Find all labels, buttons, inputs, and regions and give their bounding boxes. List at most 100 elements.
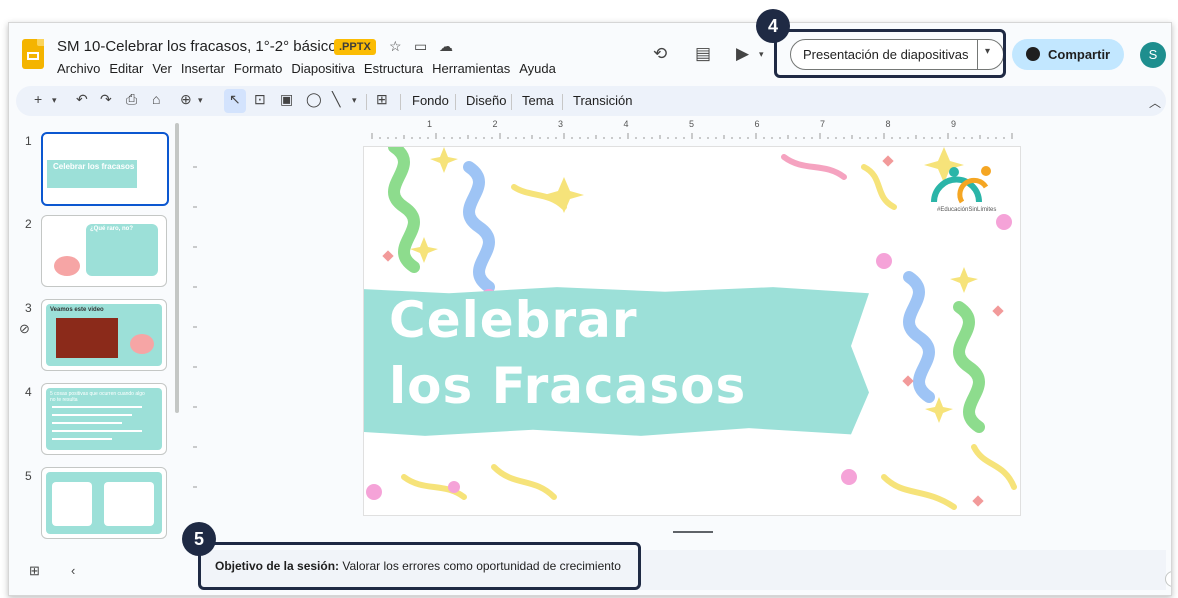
slide-number: 5 (25, 469, 32, 483)
toolbar-divider (366, 94, 367, 110)
select-cursor-icon[interactable]: ↖ (229, 91, 241, 108)
grid-view-icon[interactable]: ⊞ (29, 563, 40, 579)
slides-logo-icon[interactable] (22, 39, 44, 69)
file-type-badge: .PPTX (334, 39, 376, 55)
slide-thumbnail-2[interactable]: ¿Qué raro, no? (41, 215, 167, 287)
callout-badge-notes: 5 (182, 522, 216, 556)
ruler-label: 4 (623, 119, 629, 129)
ruler-label: 5 (689, 119, 695, 129)
shape-icon[interactable]: ◯ (306, 91, 322, 108)
line-dropdown-icon[interactable]: ▾ (352, 95, 357, 106)
slide-number: 3 (25, 301, 32, 315)
menu-formato[interactable]: Formato (234, 61, 282, 76)
menu-estructura[interactable]: Estructura (364, 61, 423, 76)
background-button[interactable]: Fondo (412, 93, 449, 108)
meet-dropdown-icon[interactable]: ▾ (759, 49, 764, 60)
share-button[interactable]: Compartir (1012, 39, 1124, 70)
side-panel-toggle[interactable] (1165, 571, 1171, 587)
zoom-icon[interactable]: ⊕ (180, 91, 192, 108)
slide-canvas[interactable]: Celebrar los Fracasos #EducaciónSinLímit… (364, 147, 1020, 515)
thumb-line (52, 430, 142, 432)
toolbar: + ▾ ↶ ↷ ⎙ ⌂ ⊕ ▾ ↖ ⊡ ▣ ◯ ╲ ▾ ⊞ Fondo Dise… (16, 86, 1166, 116)
filmstrip-scrollbar[interactable] (175, 123, 179, 413)
ruler-label: 8 (885, 119, 891, 129)
callout-badge-present: 4 (756, 9, 790, 43)
zoom-dropdown-icon[interactable]: ▾ (198, 95, 203, 106)
ruler-label: 6 (754, 119, 760, 129)
paint-format-icon[interactable]: ⌂ (152, 91, 160, 107)
transition-button[interactable]: Transición (573, 93, 632, 108)
menu-ayuda[interactable]: Ayuda (519, 61, 556, 76)
menu-ver[interactable]: Ver (152, 61, 172, 76)
slide-number: 1 (25, 134, 32, 148)
hashtag-text: #EducaciónSinLímites (937, 207, 997, 213)
toolbar-divider (562, 94, 563, 110)
vertical-ruler (193, 166, 197, 488)
menu-editar[interactable]: Editar (109, 61, 143, 76)
menu-bar: Archivo Editar Ver Insertar Formato Diap… (57, 61, 556, 76)
toolbar-divider (511, 94, 512, 110)
collapse-filmstrip-icon[interactable]: ‹ (71, 563, 75, 578)
add-comment-icon[interactable]: ⊞ (376, 91, 388, 108)
callout-box-notes (198, 542, 641, 590)
text-box-icon[interactable]: ⊡ (254, 91, 266, 108)
menu-insertar[interactable]: Insertar (181, 61, 225, 76)
insert-image-icon[interactable]: ▣ (280, 91, 293, 108)
filmstrip: 1 Celebrar los fracasos 2 ¿Qué raro, no?… (9, 119, 183, 549)
menu-diapositiva[interactable]: Diapositiva (291, 61, 355, 76)
callout-box-present (774, 29, 1006, 78)
comments-icon[interactable]: ▤ (695, 44, 711, 64)
cloud-status-icon[interactable]: ☁ (439, 38, 453, 55)
thumb-line (52, 438, 112, 440)
star-icon[interactable]: ☆ (389, 38, 402, 55)
new-slide-icon[interactable]: + (34, 91, 42, 107)
undo-icon[interactable]: ↶ (76, 91, 88, 108)
collapse-toolbar-icon[interactable]: ︿ (1149, 94, 1161, 111)
thumb-title: ¿Qué raro, no? (90, 226, 134, 232)
ruler-label: 9 (951, 119, 957, 129)
redo-icon[interactable]: ↷ (100, 91, 112, 108)
thumb-title: Celebrar los fracasos (53, 162, 135, 171)
slide-number: 4 (25, 385, 32, 399)
version-history-icon[interactable]: ⟲ (653, 44, 667, 64)
toolbar-divider (400, 94, 401, 110)
thumb-brain (54, 256, 80, 276)
thumb-video (56, 318, 118, 358)
print-icon[interactable]: ⎙ (126, 91, 137, 108)
thumb-title: 5 cosas positivas que ocurren cuando alg… (50, 391, 145, 403)
thumb-block (104, 482, 154, 526)
link-icon[interactable]: ⊘ (19, 321, 30, 337)
theme-button[interactable]: Tema (522, 93, 554, 108)
move-folder-icon[interactable]: ▭ (414, 38, 427, 55)
share-label[interactable]: Compartir (1048, 47, 1110, 62)
menu-archivo[interactable]: Archivo (57, 61, 100, 76)
slide-title-line1[interactable]: Celebrar (389, 291, 638, 349)
document-title[interactable]: SM 10-Celebrar los fracasos, 1°-2° básic… (57, 38, 337, 55)
ruler-label: 3 (558, 119, 564, 129)
slides-app-window: SM 10-Celebrar los fracasos, 1°-2° básic… (8, 22, 1172, 596)
thumb-line (52, 406, 142, 408)
thumb-line (52, 422, 122, 424)
line-icon[interactable]: ╲ (332, 91, 340, 108)
thumb-brain (130, 334, 154, 354)
ruler-label: 7 (820, 119, 826, 129)
globe-icon (1026, 47, 1040, 61)
ruler-label: 2 (492, 119, 498, 129)
design-button[interactable]: Diseño (466, 93, 506, 108)
thumb-block (52, 482, 92, 526)
slide-thumbnail-4[interactable]: 5 cosas positivas que ocurren cuando alg… (41, 383, 167, 455)
slide-number: 2 (25, 217, 32, 231)
user-avatar[interactable]: S (1140, 42, 1166, 68)
thumb-title: Veamos este video (50, 307, 104, 313)
meet-camera-icon[interactable]: ▶ (736, 44, 749, 64)
slide-title-line2[interactable]: los Fracasos (389, 357, 746, 415)
notes-resize-handle[interactable] (673, 531, 713, 533)
slide-thumbnail-3[interactable]: Veamos este video (41, 299, 167, 371)
new-slide-dropdown-icon[interactable]: ▾ (52, 95, 57, 106)
menu-herramientas[interactable]: Herramientas (432, 61, 510, 76)
ruler-label: 1 (427, 119, 433, 129)
slide-thumbnail-1[interactable]: Celebrar los fracasos (41, 132, 169, 206)
slide-thumbnail-5[interactable] (41, 467, 167, 539)
thumb-line (52, 414, 132, 416)
toolbar-divider (455, 94, 456, 110)
